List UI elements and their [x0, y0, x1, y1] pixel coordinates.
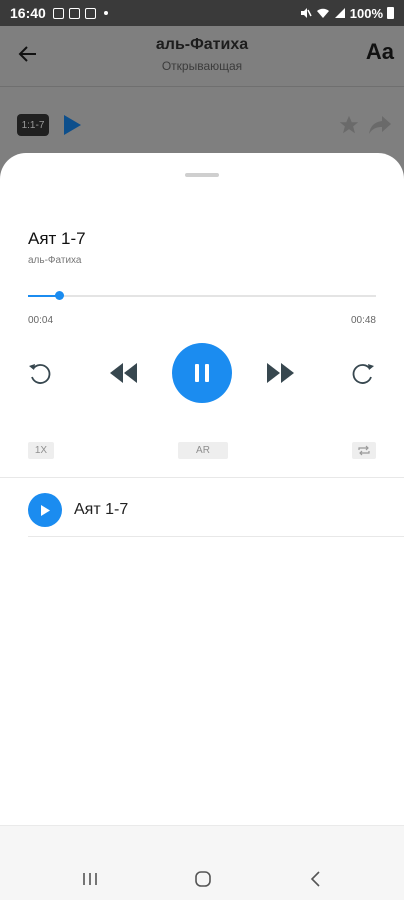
forward-icon — [352, 364, 374, 384]
app-header: аль-Фатиха Открывающая Aa — [0, 26, 404, 86]
mute-icon — [300, 8, 312, 18]
progress-slider[interactable] — [28, 291, 376, 300]
star-icon[interactable] — [338, 114, 360, 136]
rewind-button[interactable] — [26, 359, 54, 387]
system-indicators: 100% — [300, 6, 394, 21]
current-time: 00:04 — [28, 315, 54, 326]
next-icon — [267, 363, 294, 383]
sheet-divider — [0, 477, 404, 478]
page-subtitle: Открывающая — [161, 59, 243, 73]
track-subtitle: аль-Фатиха — [28, 255, 82, 266]
recents-icon — [83, 873, 97, 885]
font-size-button[interactable]: Aa — [366, 39, 394, 65]
rewind-icon — [29, 364, 51, 384]
home-button[interactable] — [188, 866, 218, 892]
play-icon[interactable] — [62, 114, 82, 136]
share-icon[interactable] — [368, 114, 392, 136]
verse-badge[interactable]: 1:1-7 — [17, 114, 49, 136]
notification-icons — [52, 7, 108, 19]
playlist-item-label: Аят 1-7 — [74, 501, 129, 518]
playlist-item[interactable]: Аят 1-7 — [28, 491, 404, 537]
wifi-icon — [316, 8, 329, 18]
forward-button[interactable] — [349, 359, 377, 387]
track-title: Аят 1-7 — [28, 229, 86, 248]
page-title: аль-Фатиха — [155, 36, 249, 53]
pause-icon — [195, 364, 209, 382]
previous-button[interactable] — [107, 359, 139, 387]
playlist-play-button[interactable] — [28, 493, 62, 527]
gallery-notification-icon — [52, 7, 64, 19]
battery-icon — [387, 7, 394, 19]
verse-row: 1:1-7 — [0, 100, 404, 150]
repeat-icon — [358, 445, 370, 456]
camera-notification-icon — [84, 7, 96, 19]
signal-icon — [334, 8, 345, 18]
total-time: 00:48 — [350, 315, 376, 326]
language-button[interactable]: AR — [178, 442, 228, 459]
previous-icon — [110, 363, 137, 383]
battery-level: 100% — [349, 5, 383, 21]
playback-controls — [0, 343, 404, 403]
back-button[interactable] — [301, 866, 331, 892]
home-icon — [195, 871, 211, 887]
audio-player-sheet: Аят 1-7 аль-Фатиха 00:04 00:48 1X AR Аят… — [0, 153, 404, 825]
next-button[interactable] — [265, 359, 297, 387]
more-notifications-icon — [103, 11, 108, 15]
play-icon — [41, 504, 50, 516]
app-notification-icon — [68, 7, 80, 19]
recent-apps-button[interactable] — [75, 866, 105, 892]
repeat-button[interactable] — [352, 442, 376, 459]
speed-button[interactable]: 1X — [28, 442, 54, 459]
sheet-drag-handle[interactable] — [185, 173, 219, 177]
system-navigation-bar — [0, 825, 404, 900]
playlist-divider — [28, 536, 404, 537]
progress-thumb[interactable] — [54, 291, 64, 300]
status-bar: 16:40 100% — [0, 0, 404, 26]
header-divider — [0, 86, 404, 87]
chevron-left-icon — [310, 871, 320, 887]
status-time: 16:40 — [10, 5, 46, 21]
pause-button[interactable] — [172, 343, 232, 403]
